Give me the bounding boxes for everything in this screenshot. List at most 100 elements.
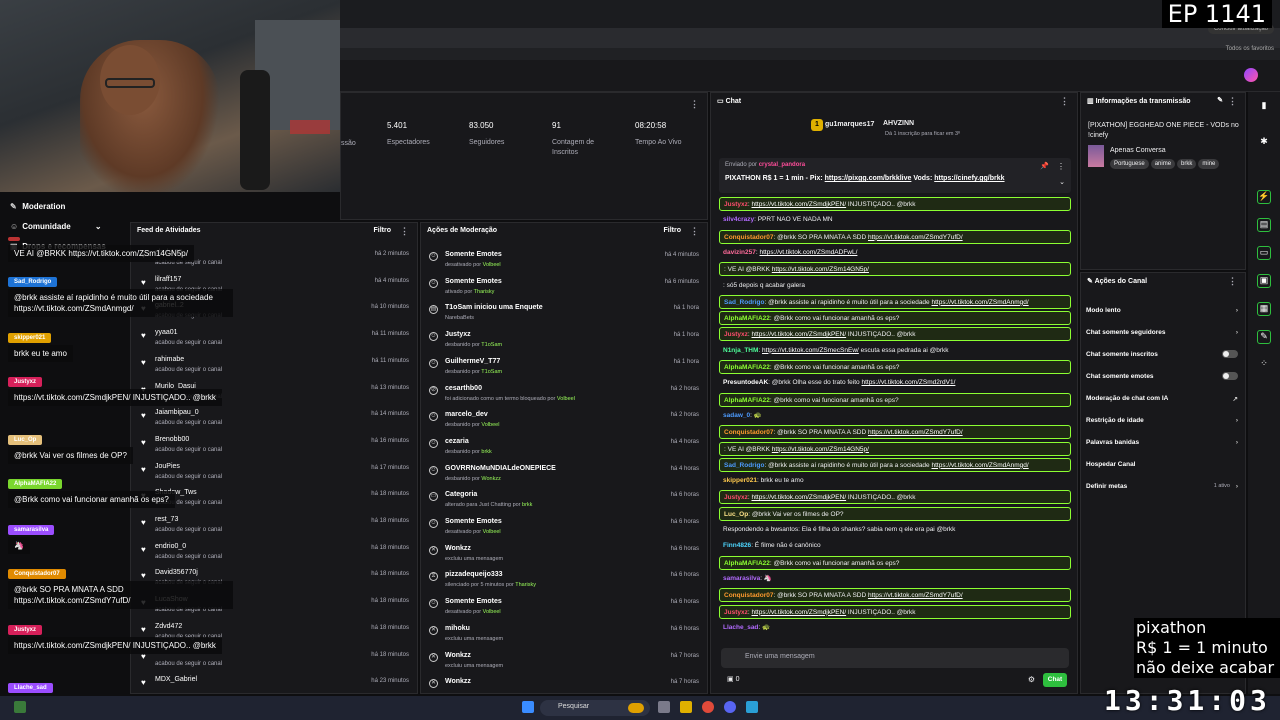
pinned-message[interactable]: Enviado por crystal_pandora PIXATHON R$ … [719, 158, 1071, 193]
follower-name[interactable]: rest_73 [155, 516, 178, 523]
more-icon[interactable]: ⋮ [1060, 96, 1069, 107]
chat-username[interactable]: AlphaMAFIA22 [724, 364, 770, 371]
more-icon[interactable]: ⋮ [1228, 276, 1237, 287]
settings-icon[interactable]: ⚙ [1028, 675, 1035, 684]
mod-action-row[interactable]: ☺ GuilhermeV_T77 desbanido por T1oSam há 1 … [421, 354, 707, 380]
chat-icon[interactable]: ▭ [1257, 246, 1271, 260]
mod-action-row[interactable]: ☺ Somente Emotes ativado por Tharisky há 6 … [421, 274, 707, 300]
chat-message[interactable]: Justyxz: https://vt.tiktok.com/ZSmdjkPEN… [719, 490, 1071, 505]
chat-message[interactable]: silv4crazy: PPRT NAO VE NADA MN [719, 213, 1071, 226]
moderator-name[interactable]: Tharisky [474, 289, 495, 295]
mod-action-row[interactable]: ⧖ pizzadequeijo333 silenciado por 5 minuto… [421, 567, 707, 593]
channel-action-1[interactable]: Chat somente seguidores › [1086, 329, 1242, 336]
mod-action-row[interactable]: ⊘ cesarthb00 foi adicionado como um termo … [421, 381, 707, 407]
chat-message[interactable]: Respondendo a bwsantos: Ela é filha do s… [719, 523, 1071, 536]
chat-message[interactable]: Justyxz: https://vt.tiktok.com/ZSmdjkPEN… [719, 197, 1071, 211]
points-display[interactable]: ▣ 0 [727, 675, 739, 683]
mod-action-row[interactable]: ☺ Somente Emotes desativado por Volbeel há … [421, 247, 707, 273]
chat-username[interactable]: skipper021 [723, 477, 757, 484]
channel-action-0[interactable]: Modo lento › [1086, 307, 1242, 314]
chat-username[interactable]: Luc_Op [724, 511, 748, 518]
chat-link[interactable]: https://vt.tiktok.com/ZSmdADFwL/ [760, 249, 858, 256]
chat-username[interactable]: AlphaMAFIA22 [724, 397, 770, 404]
category-name[interactable]: Apenas Conversa [1110, 147, 1166, 154]
menu-moderation[interactable]: ✎ Moderation [10, 202, 65, 211]
chat-message[interactable]: skipper021: brkk eu te amo [719, 474, 1071, 487]
chat-link[interactable]: https://vt.tiktok.com/ZSm14GN5p/ [772, 446, 869, 453]
chat-message[interactable]: N1nja_THM: https://vt.tiktok.com/ZSmecSn… [719, 344, 1071, 357]
chat-link[interactable]: https://vt.tiktok.com/ZSmdjkPEN/ [751, 494, 846, 501]
mod-action-row[interactable]: ✕ Wonkzz excluiu uma mensagem há 6 horas [421, 541, 707, 567]
chat-message[interactable]: davizin257: https://vt.tiktok.com/ZSmdAD… [719, 246, 1071, 259]
chat-username[interactable]: Sad_Rodrigo [724, 299, 764, 306]
filter-button[interactable]: Filtro [664, 227, 682, 234]
chat-link[interactable]: https://vt.tiktok.com/ZSmdAnmgd/ [931, 462, 1028, 469]
chat-username[interactable]: Finn4826 [723, 542, 751, 549]
more-icon[interactable]: ⋮ [400, 226, 409, 237]
chat-link[interactable]: https://vt.tiktok.com/ZSmdjkPEN/ [751, 609, 846, 616]
toggle-switch[interactable] [1222, 372, 1238, 380]
windows-start-icon[interactable] [522, 701, 534, 713]
chat-message[interactable]: AlphaMAFIA22: @Brkk como vai funcionar a… [719, 311, 1071, 326]
note-icon[interactable]: ▤ [1257, 218, 1271, 232]
chat-link[interactable]: https://vt.tiktok.com/ZSmdY7ufD/ [868, 592, 963, 599]
tag[interactable]: anime [1150, 159, 1176, 169]
chat-message[interactable]: AlphaMAFIA22: @Brkk como vai funcionar a… [719, 555, 1071, 570]
chat-message[interactable]: Conquistador07: @brkk SO PRA MNATA A SDD… [719, 425, 1071, 440]
chat-username[interactable]: samarasilva [723, 575, 760, 582]
tag[interactable]: mine [1198, 159, 1220, 169]
edit-icon[interactable]: ✎ [1217, 96, 1223, 104]
chat-message[interactable]: AlphaMAFIA22: @brkk como vai funcionar a… [719, 392, 1071, 407]
chat-username[interactable]: Justyxz [724, 331, 748, 338]
chat-message[interactable]: Justyxz: https://vt.tiktok.com/ZSmdjkPEN… [719, 604, 1071, 619]
pinned-link[interactable]: https://pixgg.com/brkklive [825, 175, 912, 182]
pinned-link[interactable]: https://cinefy.gg/brkk [934, 175, 1004, 182]
more-icon[interactable]: ⋮ [690, 99, 699, 110]
chat-message[interactable]: Conquistador07: @brkk SO PRA MNATA A SDD… [719, 588, 1071, 603]
chat-username[interactable]: Justyxz [724, 609, 748, 616]
channel-action-6[interactable]: Palavras banidas › [1086, 439, 1242, 446]
chat-message[interactable]: Finn4826: É filme não é canônico [719, 539, 1071, 552]
chat-username[interactable]: Conquistador07 [724, 429, 773, 436]
channel-action-3[interactable]: Chat somente emotes [1086, 372, 1242, 380]
pin-icon[interactable]: 📌 [1040, 162, 1049, 170]
chat-link[interactable]: https://vt.tiktok.com/ZSmdjkPEN/ [751, 201, 846, 208]
chat-username[interactable]: davizin257 [723, 249, 756, 256]
moderator-name[interactable]: Wonkzz [481, 476, 500, 482]
mod-action-row[interactable]: ☺ Justyxz desbanido por T1oSam há 1 hora [421, 327, 707, 353]
chat-username[interactable]: silv4crazy [723, 216, 754, 223]
feed-row[interactable]: ♥ Jaiambipau_0 acabou de seguir o canal há … [131, 407, 417, 433]
avatar[interactable] [1244, 68, 1258, 82]
chat-message[interactable]: : só5 depois q acabar galera [719, 279, 1071, 292]
mod-action-row[interactable]: ▭ Categoria alterado para Just Chatting po… [421, 487, 707, 513]
chat-message[interactable]: : VE AI @BRKK https://vt.tiktok.com/ZSm1… [719, 441, 1071, 456]
chat-link[interactable]: https://vt.tiktok.com/ZSmdY7ufD/ [868, 234, 963, 241]
mod-action-row[interactable]: ✕ mihoku excluiu uma mensagem há 6 horas [421, 621, 707, 647]
chat-username[interactable]: Justyxz [724, 201, 748, 208]
chat-username[interactable]: sadaw_0 [723, 412, 750, 419]
moderator-name[interactable]: T1oSam [481, 342, 502, 348]
chat-username[interactable]: Justyxz [724, 494, 748, 501]
tag[interactable]: Portuguese [1110, 159, 1149, 169]
task-view-icon[interactable] [658, 701, 670, 713]
layout-icon[interactable]: ▦ [1257, 302, 1271, 316]
chat-username[interactable]: Sad_Rodrigo [724, 462, 764, 469]
moderator-name[interactable]: brkk [481, 449, 491, 455]
moderator-name[interactable]: Volbeel [557, 396, 575, 402]
chat-username[interactable]: AlphaMAFIA22 [724, 315, 770, 322]
chrome-icon[interactable] [702, 701, 714, 713]
chat-link[interactable]: https://vt.tiktok.com/ZSmecSnEw/ [762, 347, 859, 354]
chat-link[interactable]: https://vt.tiktok.com/ZSm14GN5p/ [772, 266, 869, 273]
chat-username[interactable]: PresuntodeAK [723, 379, 768, 386]
discord-icon[interactable] [724, 701, 736, 713]
channel-action-4[interactable]: Moderação de chat com IA ↗ [1086, 395, 1242, 403]
follower-name[interactable]: Jaiambipau_0 [155, 409, 199, 416]
chevron-down-icon[interactable]: ⌄ [1059, 178, 1065, 186]
menu-community[interactable]: ☺ Comunidade ⌄ [10, 222, 102, 231]
bolt-icon[interactable]: ⚡ [1257, 190, 1271, 204]
mod-action-row[interactable]: ☺ marcelo_dev desbanido por Volbeel há 2 ho… [421, 407, 707, 433]
chat-message[interactable]: : VE AI @BRKK https://vt.tiktok.com/ZSm1… [719, 262, 1071, 277]
moderator-name[interactable]: Volbeel [483, 609, 501, 615]
toggle-switch[interactable] [1222, 350, 1238, 358]
mod-action-row[interactable]: ☺ GOVRRNoMuNDIALdeONEPIECE desbanido por W… [421, 461, 707, 487]
